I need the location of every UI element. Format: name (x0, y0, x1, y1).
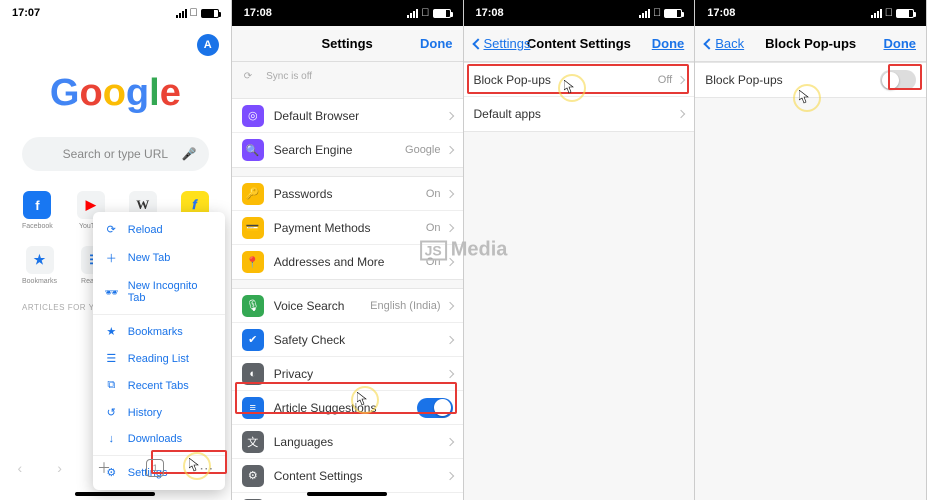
row-privacy[interactable]: ◐Privacy (232, 357, 463, 391)
done-button[interactable]: Done (884, 36, 917, 51)
nav-header: Settings Content Settings Done (464, 26, 695, 62)
chevron-right-icon (445, 369, 453, 377)
chevron-right-icon (445, 471, 453, 479)
panel-home: 17:07 􀙇 A Google Search or type URL 🎤 fF… (0, 0, 232, 500)
chevron-right-icon (445, 189, 453, 197)
row-languages[interactable]: 文Languages (232, 425, 463, 459)
status-bar: 17:08 􀙇 (464, 0, 695, 26)
nav-header: Back Block Pop-ups Done (695, 26, 926, 62)
key-icon: 🔑 (242, 183, 264, 205)
google-logo: Google (0, 72, 231, 115)
status-icons: 􀙇 (639, 7, 682, 19)
chevron-right-icon (445, 301, 453, 309)
done-button[interactable]: Done (420, 36, 453, 51)
row-content-settings[interactable]: ⚙Content Settings (232, 459, 463, 493)
status-icons: 􀙇 (176, 7, 219, 19)
toggle-article[interactable] (417, 398, 453, 418)
article-icon: ≡ (242, 397, 264, 419)
nav-header: Settings Done (232, 26, 463, 62)
gear-icon: ⚙ (242, 465, 264, 487)
chevron-left-icon (472, 38, 483, 49)
row-article-suggestions[interactable]: ≡Article Suggestions (232, 391, 463, 425)
menu-button[interactable]: ⋯ (199, 460, 213, 477)
status-bar: 17:07 􀙇 (0, 0, 231, 26)
shield-icon: ✔ (242, 329, 264, 351)
row-default-browser[interactable]: ◎Default Browser (232, 99, 463, 133)
home-indicator (75, 492, 155, 496)
chevron-right-icon (677, 75, 685, 83)
row-search-engine[interactable]: 🔍Search EngineGoogle (232, 133, 463, 167)
status-bar: 17:08 􀙇 (232, 0, 463, 26)
panel-settings: 17:08 􀙇 Settings Done ⟳Sync is off ◎Defa… (232, 0, 464, 500)
forward-button[interactable]: › (57, 460, 62, 476)
chevron-right-icon (677, 110, 685, 118)
menu-history[interactable]: ↺History (93, 399, 225, 426)
list-icon: ☰ (105, 352, 118, 365)
menu-bookmarks[interactable]: ★Bookmarks (93, 318, 225, 345)
card-icon: 💳 (242, 217, 264, 239)
clock: 17:08 (244, 7, 272, 19)
clock: 17:07 (12, 7, 40, 19)
clock: 17:08 (707, 7, 735, 19)
tabs-icon: ⧉ (105, 379, 118, 392)
privacy-icon: ◐ (242, 363, 264, 385)
row-safety[interactable]: ✔Safety Check (232, 323, 463, 357)
star-icon: ★ (105, 325, 118, 338)
menu-reading[interactable]: ☰Reading List (93, 345, 225, 372)
back-button[interactable]: Settings (474, 36, 531, 51)
chevron-right-icon (445, 335, 453, 343)
back-button[interactable]: Back (705, 36, 744, 51)
done-button[interactable]: Done (652, 36, 685, 51)
status-bar: 17:08 􀙇 (695, 0, 926, 26)
chevron-right-icon (445, 146, 453, 154)
shortcut-bookmarks[interactable]: ★Bookmarks (22, 246, 57, 285)
menu-reload[interactable]: ⟳Reload (93, 216, 225, 243)
toolbar: ‹ › ＋ 1 ⋯ (0, 450, 231, 486)
search-icon: 🔍 (242, 139, 264, 161)
menu-incognito[interactable]: 🕶New Incognito Tab (93, 273, 225, 311)
status-icons: 􀙇 (407, 7, 450, 19)
row-block-popups-toggle: Block Pop-ups (695, 63, 926, 97)
reload-icon: ⟳ (105, 223, 118, 236)
menu-recent[interactable]: ⧉Recent Tabs (93, 372, 225, 399)
row-addresses[interactable]: 📍Addresses and MoreOn (232, 245, 463, 279)
row-block-popups[interactable]: Block Pop-upsOff (464, 63, 695, 97)
tabs-button[interactable]: 1 (146, 459, 164, 477)
mic-icon[interactable]: 🎤 (182, 147, 197, 161)
language-icon: 文 (242, 431, 264, 453)
search-input[interactable]: Search or type URL 🎤 (22, 137, 209, 171)
compass-icon: ◎ (242, 105, 264, 127)
home-indicator (307, 492, 387, 496)
download-icon: ↓ (105, 433, 118, 445)
chevron-left-icon (704, 38, 715, 49)
toggle-block-popups[interactable] (880, 70, 916, 90)
avatar[interactable]: A (197, 34, 219, 56)
menu-downloads[interactable]: ↓Downloads (93, 426, 225, 452)
location-icon: 📍 (242, 251, 264, 273)
shortcut-facebook[interactable]: fFacebook (22, 191, 53, 230)
panel-content-settings: 17:08 􀙇 Settings Content Settings Done B… (464, 0, 696, 500)
chevron-right-icon (445, 111, 453, 119)
chevron-right-icon (445, 437, 453, 445)
row-voice[interactable]: 🎙Voice SearchEnglish (India) (232, 289, 463, 323)
menu-new-tab[interactable]: ＋New Tab (93, 243, 225, 273)
row-payment[interactable]: 💳Payment MethodsOn (232, 211, 463, 245)
new-tab-button[interactable]: ＋ (97, 458, 111, 478)
row-default-apps[interactable]: Default apps (464, 97, 695, 131)
plus-icon: ＋ (105, 250, 118, 266)
chevron-right-icon (445, 258, 453, 266)
omnibox-placeholder: Search or type URL (63, 147, 168, 161)
sync-status: ⟳Sync is off (232, 62, 463, 90)
chevron-right-icon (445, 223, 453, 231)
incognito-icon: 🕶 (105, 286, 118, 299)
history-icon: ↺ (105, 406, 118, 419)
panel-block-popups: 17:08 􀙇 Back Block Pop-ups Done Block Po… (695, 0, 927, 500)
mic-icon: 🎙 (242, 295, 264, 317)
back-button[interactable]: ‹ (18, 460, 23, 476)
clock: 17:08 (476, 7, 504, 19)
overflow-menu: ⟳Reload ＋New Tab 🕶New Incognito Tab ★Boo… (93, 212, 225, 490)
status-icons: 􀙇 (871, 7, 914, 19)
row-passwords[interactable]: 🔑PasswordsOn (232, 177, 463, 211)
